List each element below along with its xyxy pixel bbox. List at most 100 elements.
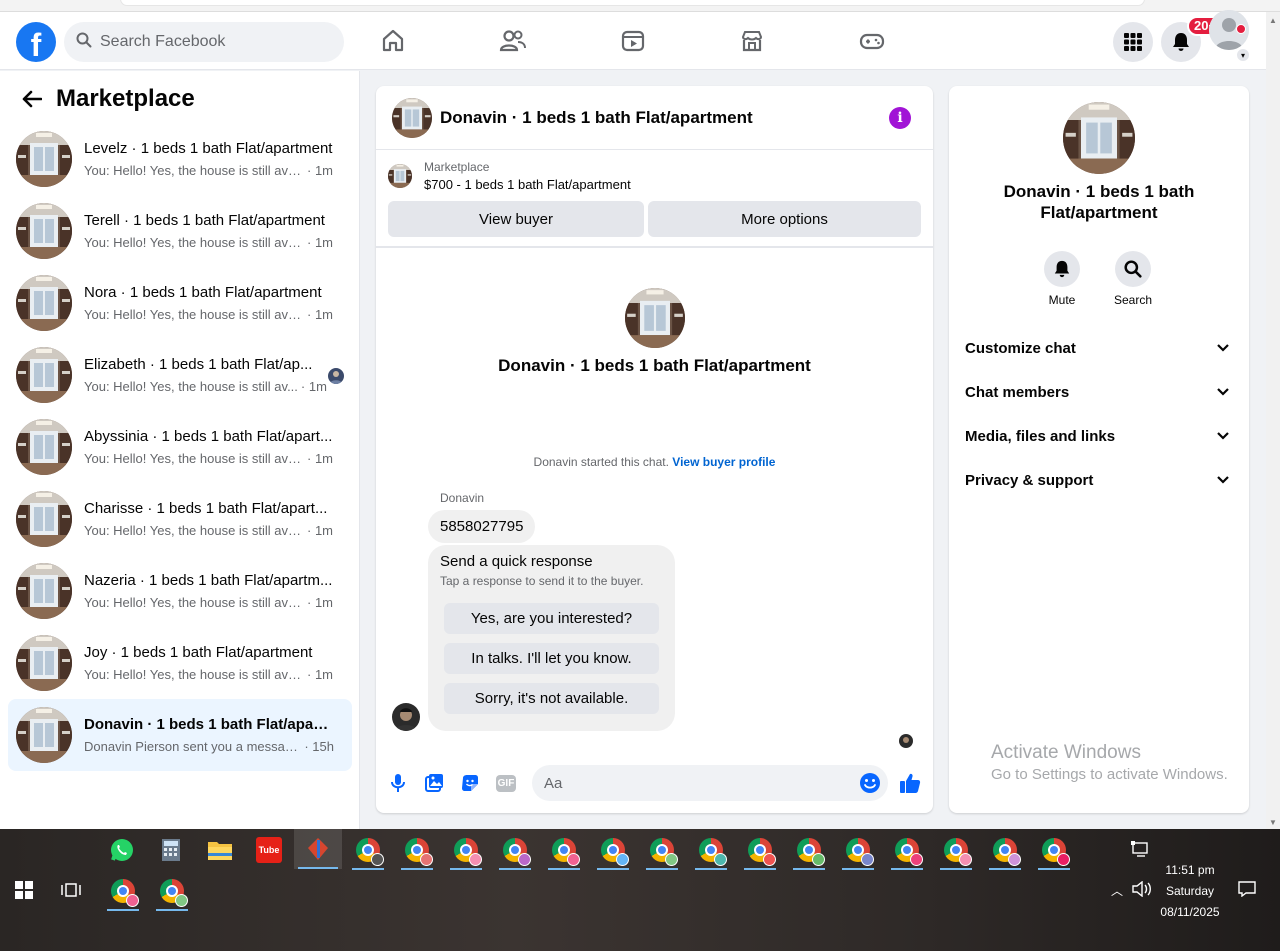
back-arrow-icon[interactable] — [20, 87, 44, 111]
chrome-window-icon[interactable] — [838, 830, 878, 870]
listing-thumbnail — [16, 635, 72, 691]
quick-response-yes-button[interactable]: Yes, are you interested? — [444, 603, 659, 634]
chrome-window-icon[interactable] — [446, 830, 486, 870]
chrome-window-icon[interactable] — [348, 830, 388, 870]
info-icon[interactable]: i — [889, 107, 911, 129]
youtube-app-icon[interactable]: Tube — [249, 830, 289, 870]
conversation-item[interactable]: Terell · 1 beds 1 bath Flat/apartment Yo… — [8, 195, 352, 267]
quick-response-in-talks-button[interactable]: In talks. I'll let you know. — [444, 643, 659, 674]
network-icon[interactable] — [1131, 841, 1151, 864]
conversation-preview: You: Hello! Yes, the house is still avai… — [84, 667, 304, 682]
sticker-icon[interactable] — [458, 771, 482, 795]
action-center-icon[interactable] — [1238, 881, 1256, 902]
privacy-support-row[interactable]: Privacy & support — [965, 466, 1233, 494]
photo-icon[interactable] — [422, 771, 446, 795]
message-bubble[interactable]: 5858027795 — [428, 510, 536, 543]
facebook-logo-icon[interactable]: f — [16, 22, 56, 62]
thumbs-up-icon[interactable] — [898, 771, 922, 795]
search-input[interactable] — [100, 33, 320, 51]
conversation-item[interactable]: Nazeria · 1 beds 1 bath Flat/apartm... Y… — [8, 555, 352, 627]
conversation-time: · 15h — [304, 739, 334, 754]
whatsapp-icon[interactable] — [102, 830, 142, 870]
listing-thumbnail — [16, 419, 72, 475]
listing-summary[interactable]: Marketplace $700 - 1 beds 1 bath Flat/ap… — [388, 160, 631, 192]
address-bar[interactable] — [120, 0, 1145, 6]
chrome-window-icon[interactable] — [495, 830, 535, 870]
page-scrollbar[interactable]: ▲ ▼ — [1266, 12, 1280, 829]
chrome-window-icon[interactable] — [740, 830, 780, 870]
conversation-item[interactable]: Charisse · 1 beds 1 bath Flat/apart... Y… — [8, 483, 352, 555]
search-action[interactable]: Search — [1103, 251, 1163, 307]
emoji-icon[interactable] — [858, 771, 882, 795]
conversation-item[interactable]: Levelz · 1 beds 1 bath Flat/apartment Yo… — [8, 123, 352, 195]
chrome-window-icon[interactable] — [985, 830, 1025, 870]
listing-thumbnail — [16, 347, 72, 403]
sidebar-header: Marketplace — [20, 81, 195, 117]
more-options-button[interactable]: More options — [648, 201, 921, 237]
conversation-time: · 1m — [307, 163, 333, 178]
media-player-icon[interactable] — [294, 829, 342, 869]
chrome-window-icon[interactable] — [642, 830, 682, 870]
mute-bell-icon[interactable] — [1044, 251, 1080, 287]
microphone-icon[interactable] — [386, 771, 410, 795]
chat-title[interactable]: Donavin · 1 beds 1 bath Flat/apartment — [440, 108, 753, 128]
listing-thumbnail — [388, 164, 412, 188]
sender-avatar[interactable] — [392, 703, 420, 731]
divider — [376, 246, 933, 248]
gaming-icon[interactable] — [857, 26, 887, 56]
chrome-window-icon[interactable] — [936, 830, 976, 870]
chrome-window-icon[interactable] — [397, 830, 437, 870]
conversation-item[interactable]: Elizabeth · 1 beds 1 bath Flat/ap... You… — [8, 339, 352, 411]
calculator-icon[interactable] — [151, 830, 191, 870]
conversation-preview: You: Hello! Yes, the house is still avai… — [84, 163, 304, 178]
conversation-name: Nazeria · 1 beds 1 bath Flat/apartm... — [84, 572, 333, 589]
customize-chat-row[interactable]: Customize chat — [965, 334, 1233, 362]
chrome-window-icon[interactable] — [593, 830, 633, 870]
conversation-time: · 1m — [300, 379, 327, 394]
windows-start-icon[interactable] — [4, 870, 44, 910]
conversation-time: · 1m — [307, 307, 333, 322]
chrome-window-icon[interactable] — [887, 830, 927, 870]
menu-grid-icon[interactable] — [1113, 22, 1153, 62]
chat-members-row[interactable]: Chat members — [965, 378, 1233, 406]
gif-icon[interactable]: GIF — [494, 771, 518, 795]
media-files-links-row[interactable]: Media, files and links — [965, 422, 1233, 450]
conversation-name: Nora · 1 beds 1 bath Flat/apartment — [84, 284, 322, 301]
chrome-window-icon[interactable] — [691, 830, 731, 870]
search-icon[interactable] — [1115, 251, 1151, 287]
marketplace-icon[interactable] — [737, 26, 767, 56]
task-view-icon[interactable] — [51, 870, 91, 910]
view-buyer-profile-link[interactable]: View buyer profile — [672, 455, 775, 469]
chrome-window-icon[interactable] — [103, 871, 143, 911]
volume-icon[interactable] — [1132, 880, 1152, 902]
taskbar-clock[interactable]: 11:51 pm Saturday 08/11/2025 — [1150, 860, 1230, 923]
conversation-item[interactable]: Nora · 1 beds 1 bath Flat/apartment You:… — [8, 267, 352, 339]
message-input[interactable] — [532, 765, 888, 801]
chat-thumbnail[interactable] — [392, 98, 432, 138]
scroll-up-icon[interactable]: ▲ — [1269, 16, 1277, 25]
section-label: Privacy & support — [965, 471, 1094, 489]
conversation-item[interactable]: Abyssinia · 1 beds 1 bath Flat/apart... … — [8, 411, 352, 483]
file-explorer-icon[interactable] — [200, 830, 240, 870]
conversation-item[interactable]: Joy · 1 beds 1 bath Flat/apartment You: … — [8, 627, 352, 699]
show-hidden-icons-chevron-icon[interactable]: ︿ — [1111, 882, 1123, 899]
chrome-window-icon[interactable] — [789, 830, 829, 870]
scroll-down-icon[interactable]: ▼ — [1269, 818, 1277, 827]
watermark-subtitle: Go to Settings to activate Windows. — [991, 766, 1228, 783]
account-chevron-down-icon[interactable]: ▾ — [1236, 48, 1250, 62]
marketplace-inbox-sidebar: Marketplace Levelz · 1 beds 1 bath Flat/… — [0, 71, 360, 829]
mute-action[interactable]: Mute — [1032, 251, 1092, 307]
chrome-window-icon[interactable] — [544, 830, 584, 870]
view-buyer-button[interactable]: View buyer — [388, 201, 644, 237]
chrome-window-icon[interactable] — [1034, 830, 1074, 870]
top-navigation-bar: f — [0, 12, 1266, 70]
home-icon[interactable] — [378, 26, 408, 56]
search-icon — [76, 32, 92, 53]
quick-response-not-available-button[interactable]: Sorry, it's not available. — [444, 683, 659, 714]
friends-icon[interactable] — [498, 26, 528, 56]
video-icon[interactable] — [618, 26, 648, 56]
message-composer: GIF — [376, 762, 933, 806]
conversation-item-active[interactable]: Donavin · 1 beds 1 bath Flat/apart... Do… — [8, 699, 352, 771]
search-box[interactable] — [64, 22, 344, 62]
chrome-window-icon[interactable] — [152, 871, 192, 911]
